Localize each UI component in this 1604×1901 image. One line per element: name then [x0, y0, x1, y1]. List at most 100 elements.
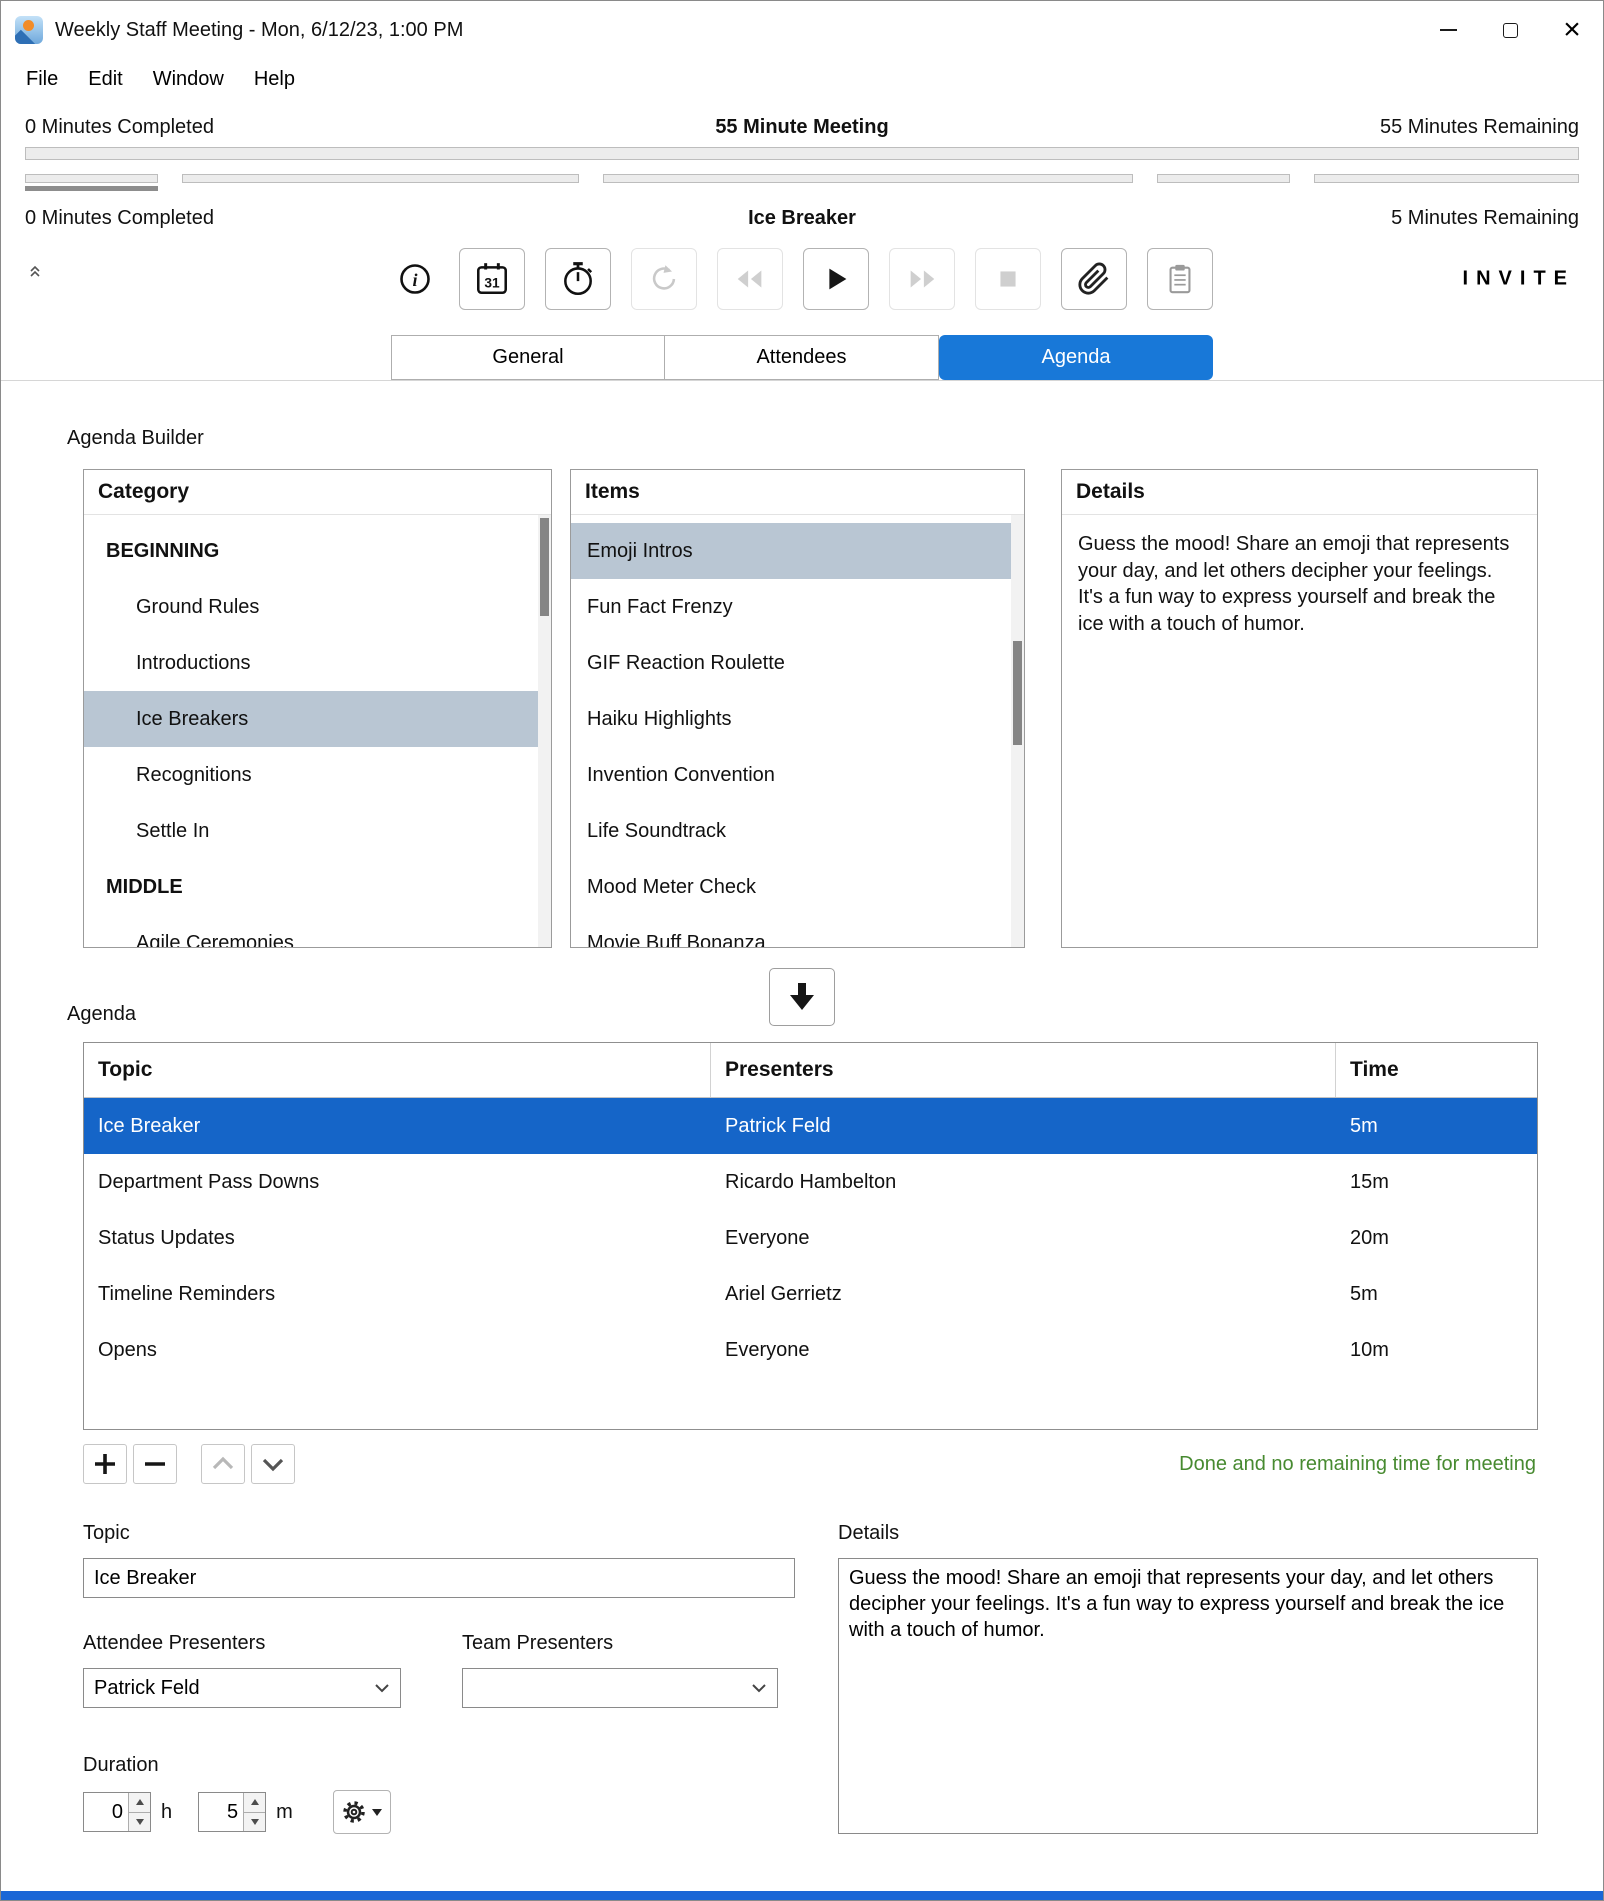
fast-forward-button[interactable]: [889, 248, 955, 310]
meeting-progress-labels: 0 Minutes Completed 55 Minute Meeting 55…: [1, 113, 1603, 141]
add-to-agenda-button[interactable]: [769, 968, 835, 1026]
category-list: BEGINNING Ground Rules Introductions Ice…: [84, 515, 538, 947]
items-list-item[interactable]: Movie Buff Bonanza: [571, 915, 1011, 947]
duration-minutes-input[interactable]: [199, 1793, 243, 1831]
team-presenters-select[interactable]: [462, 1668, 778, 1708]
attendee-presenters-select[interactable]: Patrick Feld: [83, 1668, 401, 1708]
cell-topic: Status Updates: [84, 1210, 711, 1266]
notes-icon: [1163, 262, 1197, 296]
category-panel: Category BEGINNING Ground Rules Introduc…: [83, 469, 552, 948]
spinner-down-icon: [136, 1819, 144, 1825]
topic-input[interactable]: [83, 1558, 795, 1598]
chevron-down-icon: [751, 1683, 767, 1693]
close-button[interactable]: ×: [1541, 1, 1603, 59]
tab-general[interactable]: General: [391, 335, 665, 380]
reset-button[interactable]: [631, 248, 697, 310]
menu-help[interactable]: Help: [239, 64, 310, 95]
minutes-increment-button[interactable]: [244, 1793, 265, 1813]
agenda-segment-bar: [182, 174, 580, 191]
items-list-item[interactable]: Invention Convention: [571, 747, 1011, 803]
category-header: Category: [84, 470, 551, 515]
category-item[interactable]: Recognitions: [84, 747, 538, 803]
category-item[interactable]: Settle In: [84, 803, 538, 859]
menu-edit[interactable]: Edit: [73, 64, 137, 95]
duration-hours-input[interactable]: [84, 1793, 128, 1831]
add-row-button[interactable]: [83, 1444, 127, 1484]
agenda-builder-label: Agenda Builder: [67, 427, 1603, 455]
items-list-item[interactable]: Haiku Highlights: [571, 691, 1011, 747]
hours-increment-button[interactable]: [129, 1793, 150, 1813]
items-panel: Items Emoji Intros Fun Fact Frenzy GIF R…: [570, 469, 1025, 948]
rewind-button[interactable]: [717, 248, 783, 310]
play-icon: [819, 262, 853, 296]
category-item[interactable]: Introductions: [84, 635, 538, 691]
items-list-item[interactable]: Fun Fact Frenzy: [571, 579, 1011, 635]
timer-button[interactable]: [545, 248, 611, 310]
scrollbar-thumb[interactable]: [540, 518, 549, 616]
hours-unit-label: h: [161, 1801, 172, 1824]
scrollbar-track[interactable]: [1011, 515, 1024, 947]
close-icon: ×: [1563, 15, 1581, 45]
menu-file[interactable]: File: [11, 64, 73, 95]
chevron-down-icon: [259, 1450, 287, 1478]
chevron-down-icon: [374, 1683, 390, 1693]
category-group: BEGINNING: [84, 523, 538, 579]
cell-time: 15m: [1336, 1154, 1537, 1210]
bottom-accent-bar: [1, 1891, 1603, 1900]
scrollbar-track[interactable]: [538, 515, 551, 947]
items-list-item[interactable]: Mood Meter Check: [571, 859, 1011, 915]
cell-time: 20m: [1336, 1210, 1537, 1266]
team-presenters-label: Team Presenters: [462, 1632, 778, 1660]
current-segment-indicator: [25, 186, 158, 191]
stop-button[interactable]: [975, 248, 1041, 310]
menu-window[interactable]: Window: [138, 64, 239, 95]
calendar-button[interactable]: 31: [459, 248, 525, 310]
remove-row-button[interactable]: [133, 1444, 177, 1484]
attendee-presenters-label: Attendee Presenters: [83, 1632, 401, 1660]
move-down-button[interactable]: [251, 1444, 295, 1484]
agenda-actions-row: Done and no remaining time for meeting: [83, 1442, 1538, 1486]
scrollbar-thumb[interactable]: [1013, 641, 1022, 745]
toolbar-row: i 31: [1, 247, 1603, 311]
details-textarea[interactable]: Guess the mood! Share an emoji that repr…: [838, 1558, 1538, 1834]
chevron-down-icon: [372, 1809, 382, 1816]
play-button[interactable]: [803, 248, 869, 310]
attendee-presenters-value: Patrick Feld: [94, 1677, 200, 1700]
collapse-chevron-icon[interactable]: [27, 263, 43, 282]
category-item[interactable]: Agile Ceremonies: [84, 915, 538, 947]
minimize-button[interactable]: [1417, 1, 1479, 59]
minutes-decrement-button[interactable]: [244, 1813, 265, 1832]
agenda-table: Topic Presenters Time Ice Breaker Patric…: [83, 1042, 1538, 1430]
duration-options-button[interactable]: [333, 1790, 391, 1834]
tab-agenda[interactable]: Agenda: [939, 335, 1213, 380]
tab-attendees[interactable]: Attendees: [665, 335, 939, 380]
category-item[interactable]: Ground Rules: [84, 579, 538, 635]
invite-button[interactable]: INVITE: [1463, 268, 1575, 291]
move-up-button[interactable]: [201, 1444, 245, 1484]
agenda-segment-bar: [603, 174, 1133, 191]
plus-icon: [91, 1450, 119, 1478]
items-header: Items: [571, 470, 1024, 515]
hours-decrement-button[interactable]: [129, 1813, 150, 1832]
table-row[interactable]: Department Pass Downs Ricardo Hambelton …: [84, 1154, 1537, 1210]
items-list-item[interactable]: Life Soundtrack: [571, 803, 1011, 859]
cell-presenters: Patrick Feld: [711, 1098, 1336, 1154]
maximize-button[interactable]: [1479, 1, 1541, 59]
attachment-button[interactable]: [1061, 248, 1127, 310]
table-row[interactable]: Timeline Reminders Ariel Gerrietz 5m: [84, 1266, 1537, 1322]
title-bar[interactable]: Weekly Staff Meeting - Mon, 6/12/23, 1:0…: [1, 1, 1603, 59]
agenda-table-header: Topic Presenters Time: [84, 1043, 1537, 1098]
notes-button[interactable]: [1147, 248, 1213, 310]
info-button[interactable]: i: [391, 248, 439, 310]
table-row[interactable]: Status Updates Everyone 20m: [84, 1210, 1537, 1266]
table-row-selected[interactable]: Ice Breaker Patrick Feld 5m: [84, 1098, 1537, 1154]
app-icon-hill: [15, 30, 39, 44]
category-item-selected[interactable]: Ice Breakers: [84, 691, 538, 747]
tab-bar: General Attendees Agenda: [1, 335, 1603, 381]
items-list: Emoji Intros Fun Fact Frenzy GIF Reactio…: [571, 515, 1011, 947]
item-progress-labels: 0 Minutes Completed Ice Breaker 5 Minute…: [1, 203, 1603, 233]
table-row[interactable]: Opens Everyone 10m: [84, 1322, 1537, 1378]
agenda-segment-bar: [1314, 174, 1579, 191]
items-list-item[interactable]: GIF Reaction Roulette: [571, 635, 1011, 691]
items-list-item-selected[interactable]: Emoji Intros: [571, 523, 1011, 579]
